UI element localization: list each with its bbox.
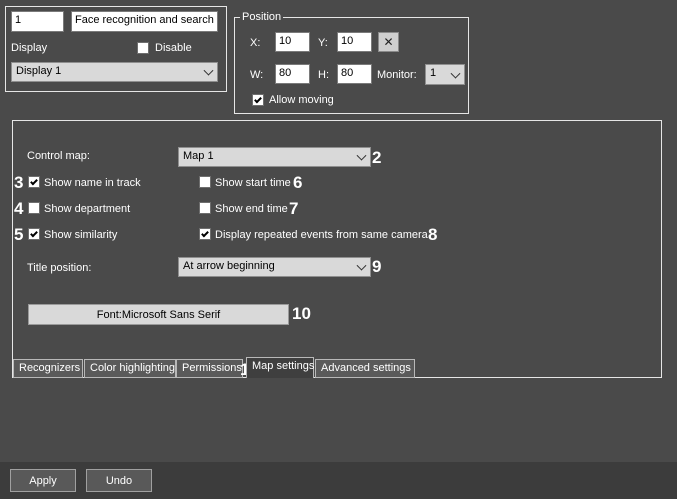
- title-position-label: Title position:: [27, 262, 92, 274]
- y-field[interactable]: 10: [337, 32, 372, 52]
- allow-moving-label: Allow moving: [269, 94, 334, 106]
- show-end-time-label: Show end time: [215, 203, 288, 215]
- apply-button-label: Apply: [29, 474, 57, 487]
- callout-2: 2: [372, 148, 382, 167]
- w-label: W:: [250, 69, 264, 81]
- monitor-select-value: 1: [430, 67, 437, 79]
- display-repeated-checkbox[interactable]: [199, 228, 211, 240]
- title-position-select[interactable]: At arrow beginning: [178, 257, 371, 277]
- object-id-field[interactable]: 1: [11, 11, 64, 32]
- show-similarity-label: Show similarity: [44, 229, 118, 241]
- callout-10: 10: [292, 304, 311, 323]
- chevron-down-icon: [356, 260, 367, 271]
- callout-8: 8: [428, 225, 438, 244]
- checkmark-icon: [254, 95, 262, 103]
- allow-moving-checkbox[interactable]: [252, 94, 264, 106]
- disable-checkbox[interactable]: [137, 42, 149, 54]
- control-map-select[interactable]: Map 1: [178, 147, 371, 167]
- y-label: Y:: [318, 37, 328, 49]
- w-field[interactable]: 80: [275, 64, 310, 84]
- show-department-checkbox[interactable]: [28, 202, 40, 214]
- apply-button[interactable]: Apply: [10, 469, 76, 492]
- checkmark-icon: [201, 229, 209, 237]
- close-icon: ✕: [383, 35, 394, 49]
- chevron-down-icon: [450, 68, 461, 79]
- callout-4: 4: [14, 199, 24, 218]
- x-field[interactable]: 10: [275, 32, 310, 52]
- undo-button-label: Undo: [105, 474, 133, 487]
- show-start-time-checkbox[interactable]: [199, 176, 211, 188]
- monitor-select[interactable]: 1: [425, 64, 465, 85]
- show-name-in-track-label: Show name in track: [44, 177, 141, 189]
- display-select-value: Display 1: [16, 65, 62, 77]
- checkmark-icon: [30, 177, 38, 185]
- display-label: Display: [11, 42, 48, 54]
- show-similarity-checkbox[interactable]: [28, 228, 40, 240]
- disable-label: Disable: [155, 42, 192, 54]
- title-position-value: At arrow beginning: [183, 260, 275, 272]
- callout-5: 5: [14, 225, 24, 244]
- font-button-label: Font:Microsoft Sans Serif: [96, 308, 221, 321]
- chevron-down-icon: [356, 150, 367, 161]
- x-label: X:: [250, 37, 261, 49]
- callout-9: 9: [372, 257, 382, 276]
- display-repeated-label: Display repeated events from same camera: [215, 229, 428, 241]
- chevron-down-icon: [203, 65, 214, 76]
- tab-map-settings[interactable]: Map settings: [246, 357, 314, 378]
- reset-position-button[interactable]: ✕: [378, 32, 399, 52]
- tab-color-highlighting[interactable]: Color highlighting: [84, 359, 176, 378]
- monitor-label: Monitor:: [377, 69, 417, 81]
- tab-recognizers[interactable]: Recognizers: [13, 359, 83, 378]
- checkmark-icon: [30, 229, 38, 237]
- object-name-field[interactable]: Face recognition and search 1: [71, 11, 218, 32]
- h-label: H:: [318, 69, 329, 81]
- tab-permissions[interactable]: Permissions: [176, 359, 243, 378]
- show-name-in-track-checkbox[interactable]: [28, 176, 40, 188]
- h-field[interactable]: 80: [337, 64, 372, 84]
- tab-advanced-settings[interactable]: Advanced settings: [315, 359, 415, 378]
- font-button[interactable]: Font:Microsoft Sans Serif: [28, 304, 289, 325]
- callout-3: 3: [14, 173, 24, 192]
- show-department-label: Show department: [44, 203, 131, 215]
- display-select[interactable]: Display 1: [11, 62, 218, 82]
- position-title: Position: [240, 11, 284, 23]
- control-map-label: Control map:: [27, 150, 90, 162]
- callout-6: 6: [293, 173, 303, 192]
- control-map-value: Map 1: [183, 150, 214, 162]
- callout-7: 7: [289, 199, 299, 218]
- show-start-time-label: Show start time: [215, 177, 291, 189]
- show-end-time-checkbox[interactable]: [199, 202, 211, 214]
- undo-button[interactable]: Undo: [86, 469, 152, 492]
